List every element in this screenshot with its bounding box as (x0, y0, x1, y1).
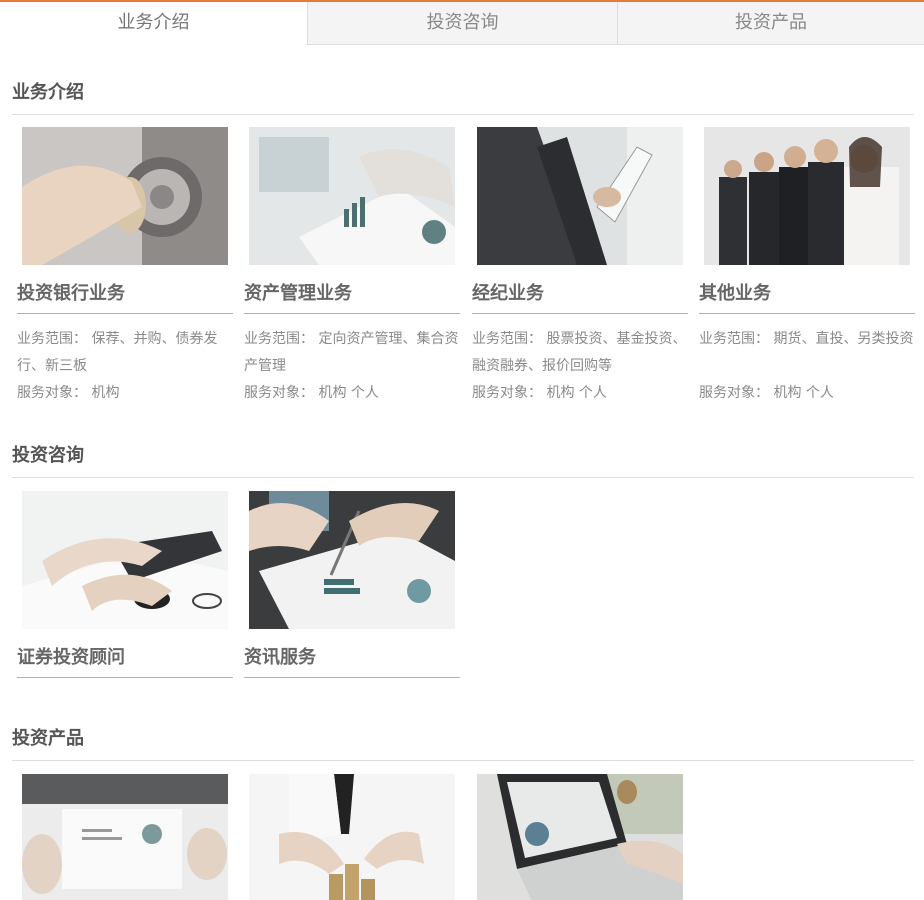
card-scope: 业务范围： 股票投资、基金投资、融资融券、报价回购等 (472, 331, 687, 374)
card-title[interactable]: 其他业务 (699, 279, 771, 305)
card-title[interactable]: 证券投资顾问 (17, 643, 125, 669)
card-other-business[interactable]: 其他业务 业务范围： 期货、直投、另类投资 服务对象： 机构 个人 (699, 127, 915, 407)
tab-business[interactable]: 业务介绍 (0, 2, 307, 45)
card-title[interactable]: 资产管理业务 (244, 279, 352, 305)
card-investment-banking[interactable]: 投资银行业务 业务范围： 保荐、并购、债券发行、新三板 服务对象： 机构 (17, 127, 233, 407)
card-scope: 业务范围： 定向资产管理、集合资产管理 (244, 331, 459, 374)
section-title-business: 业务介绍 (12, 82, 84, 103)
card-divider (244, 313, 460, 314)
card-target: 服务对象： 机构 (17, 385, 120, 401)
section-divider (12, 760, 914, 761)
card-target: 服务对象： 机构 个人 (244, 385, 379, 401)
section-divider (12, 477, 914, 478)
section-title-consulting: 投资咨询 (12, 445, 84, 466)
card-divider (17, 313, 233, 314)
card-product-3[interactable] (472, 774, 688, 900)
card-asset-management[interactable]: 资产管理业务 业务范围： 定向资产管理、集合资产管理 服务对象： 机构 个人 (244, 127, 460, 407)
tab-bar: 业务介绍 投资咨询 投资产品 (0, 0, 924, 45)
card-divider (244, 677, 460, 678)
card-divider (472, 313, 688, 314)
card-scope: 业务范围： 保荐、并购、债券发行、新三板 (17, 331, 218, 374)
card-image-coin-stacks[interactable] (249, 774, 455, 900)
card-image-laptop[interactable] (477, 774, 683, 900)
card-image-safe-dial[interactable] (22, 127, 228, 265)
section-title-products: 投资产品 (12, 728, 84, 749)
card-securities-advisor[interactable]: 证券投资顾问 (17, 491, 233, 681)
card-product-2[interactable] (244, 774, 460, 900)
card-image-pen-chart[interactable] (249, 491, 455, 629)
card-divider (17, 677, 233, 678)
card-image-keyboard-typing[interactable] (22, 491, 228, 629)
card-title[interactable]: 投资银行业务 (17, 279, 125, 305)
card-target: 服务对象： 机构 个人 (699, 385, 834, 401)
tab-products[interactable]: 投资产品 (617, 2, 924, 45)
card-brokerage[interactable]: 经纪业务 业务范围： 股票投资、基金投资、融资融券、报价回购等 服务对象： 机构… (472, 127, 688, 407)
card-image-tablet-suit[interactable] (477, 127, 683, 265)
tab-consulting[interactable]: 投资咨询 (307, 2, 617, 45)
section-divider (12, 114, 914, 115)
card-title[interactable]: 经纪业务 (472, 279, 544, 305)
card-info-service[interactable]: 资讯服务 (244, 491, 460, 681)
card-target: 服务对象： 机构 个人 (472, 385, 607, 401)
card-title[interactable]: 资讯服务 (244, 643, 316, 669)
card-divider (699, 313, 915, 314)
card-image-meeting-table[interactable] (22, 774, 228, 900)
card-image-clipboard-chart[interactable] (249, 127, 455, 265)
card-scope: 业务范围： 期货、直投、另类投资 (699, 331, 914, 347)
card-image-business-team[interactable] (704, 127, 910, 265)
card-product-1[interactable] (17, 774, 233, 900)
